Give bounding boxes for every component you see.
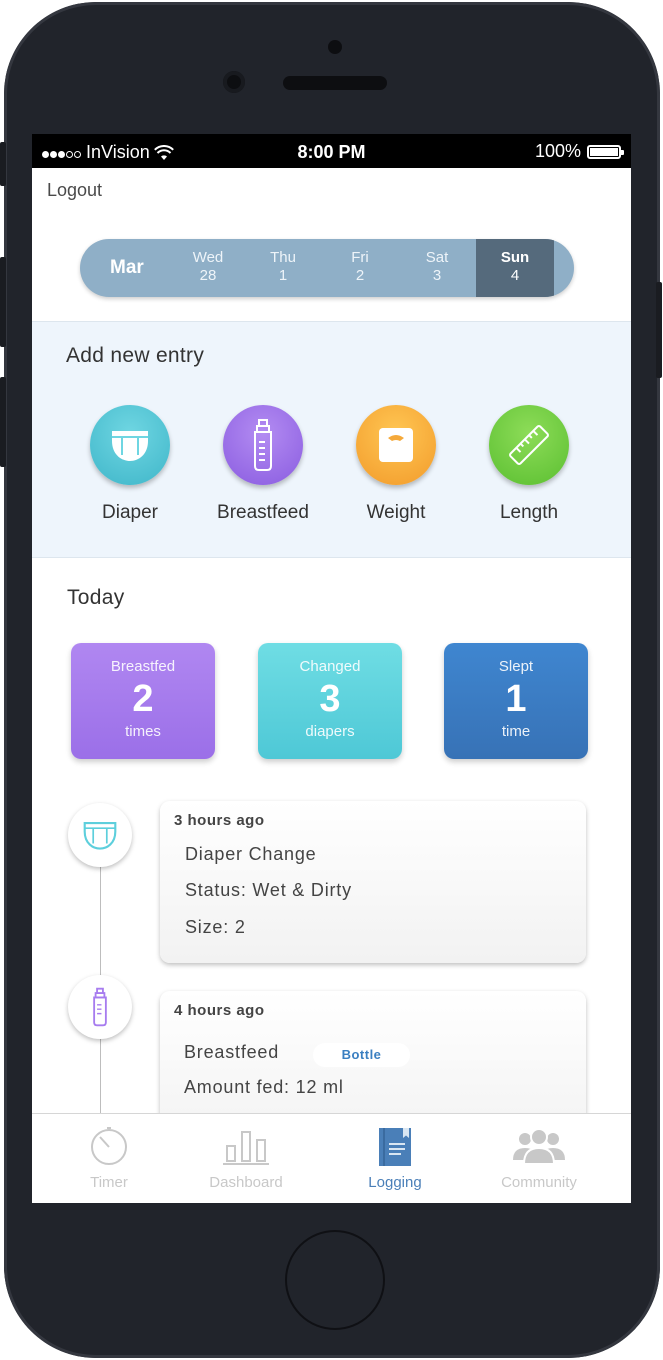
day-name: Sat	[425, 249, 449, 266]
scale-icon	[356, 405, 436, 485]
timer-icon	[91, 1127, 127, 1165]
log-detail: Size: 2	[185, 917, 246, 937]
stat-unit: time	[501, 723, 531, 740]
stat-changed[interactable]: Changed 3 diapers	[258, 643, 402, 759]
day-name: Wed	[192, 249, 224, 266]
day-fri[interactable]: Fri 2	[325, 249, 395, 285]
stat-unit: times	[125, 723, 161, 740]
tab-label: Community	[501, 1174, 577, 1191]
people-icon	[513, 1128, 565, 1165]
stat-value: 1	[505, 678, 527, 720]
stat-label: Breastfed	[110, 658, 176, 675]
month-label: Mar	[110, 257, 144, 278]
log-detail: Amount fed: 12 ml	[184, 1077, 344, 1097]
stat-label: Changed	[299, 658, 361, 675]
add-breastfeed-button[interactable]: Breastfeed	[198, 405, 328, 524]
bottle-icon	[68, 975, 132, 1039]
tab-logging[interactable]: Logging	[320, 1114, 470, 1203]
battery-icon	[587, 144, 624, 159]
battery-percent: 100%	[534, 141, 581, 161]
entry-label: Diaper	[102, 502, 158, 523]
earpiece-speaker	[283, 76, 387, 90]
entry-label: Weight	[366, 502, 426, 523]
add-diaper-button[interactable]: Diaper	[65, 405, 195, 524]
day-sun-selected[interactable]: Sun 4	[476, 239, 554, 297]
add-entry-title: Add new entry	[66, 344, 205, 367]
add-weight-button[interactable]: Weight	[331, 405, 461, 524]
feed-type-badge: Bottle	[313, 1043, 410, 1067]
bar-chart-icon	[223, 1131, 269, 1165]
entry-label: Breastfeed	[217, 502, 309, 523]
power-button	[656, 282, 662, 378]
today-title: Today	[67, 586, 125, 609]
tab-community[interactable]: Community	[464, 1114, 614, 1203]
app-screen: InVision 8:00 PM 100% Logout Mar Wed 28 …	[32, 134, 631, 1203]
tab-dashboard[interactable]: Dashboard	[171, 1114, 321, 1203]
tape-measure-icon	[489, 405, 569, 485]
stat-label: Slept	[498, 658, 534, 675]
notebook-icon	[379, 1128, 411, 1166]
tab-label: Logging	[368, 1174, 422, 1191]
tab-label: Dashboard	[209, 1174, 283, 1191]
day-name: Fri	[351, 249, 369, 266]
log-time: 3 hours ago	[174, 812, 265, 829]
log-title: Diaper Change	[185, 844, 317, 864]
day-name: Thu	[270, 249, 296, 266]
stat-slept[interactable]: Slept 1 time	[444, 643, 588, 759]
day-thu[interactable]: Thu 1	[248, 249, 318, 285]
day-sat[interactable]: Sat 3	[402, 249, 472, 285]
proximity-sensor	[328, 40, 342, 54]
tab-timer[interactable]: Timer	[34, 1114, 184, 1203]
day-name: Sun	[500, 249, 530, 266]
mute-switch	[0, 142, 6, 186]
log-card[interactable]: 3 hours ago Diaper Change Status: Wet & …	[160, 801, 586, 963]
diaper-icon	[68, 803, 132, 867]
bottle-icon	[223, 405, 303, 485]
day-number: 28	[199, 267, 217, 284]
add-entry-section: Add new entry Diaper Breastfeed Weight L…	[32, 321, 631, 558]
stat-value: 3	[319, 678, 341, 720]
tab-bar: Timer Dashboard Logging Community	[32, 1113, 631, 1203]
diaper-icon	[90, 405, 170, 485]
day-wed[interactable]: Wed 28	[173, 249, 243, 285]
stat-unit: diapers	[305, 723, 355, 740]
front-camera	[223, 71, 245, 93]
day-number: 1	[278, 267, 288, 284]
day-number: 3	[432, 267, 442, 284]
logout-link[interactable]: Logout	[47, 180, 102, 201]
log-detail: Status: Wet & Dirty	[185, 880, 352, 900]
status-bar: InVision 8:00 PM 100%	[32, 134, 631, 168]
add-length-button[interactable]: Length	[464, 405, 594, 524]
log-title: Breastfeed	[184, 1042, 280, 1062]
volume-down-button	[0, 377, 6, 467]
log-time: 4 hours ago	[174, 1002, 265, 1019]
entry-label: Length	[499, 502, 559, 523]
home-button[interactable]	[285, 1230, 385, 1330]
day-number: 4	[510, 267, 520, 284]
date-selector: Mar Wed 28 Thu 1 Fri 2 Sat 3 Sun 4	[80, 239, 574, 297]
volume-up-button	[0, 257, 6, 347]
day-number: 2	[355, 267, 365, 284]
tab-label: Timer	[90, 1174, 128, 1191]
stat-breastfed[interactable]: Breastfed 2 times	[71, 643, 215, 759]
stat-value: 2	[132, 678, 154, 720]
